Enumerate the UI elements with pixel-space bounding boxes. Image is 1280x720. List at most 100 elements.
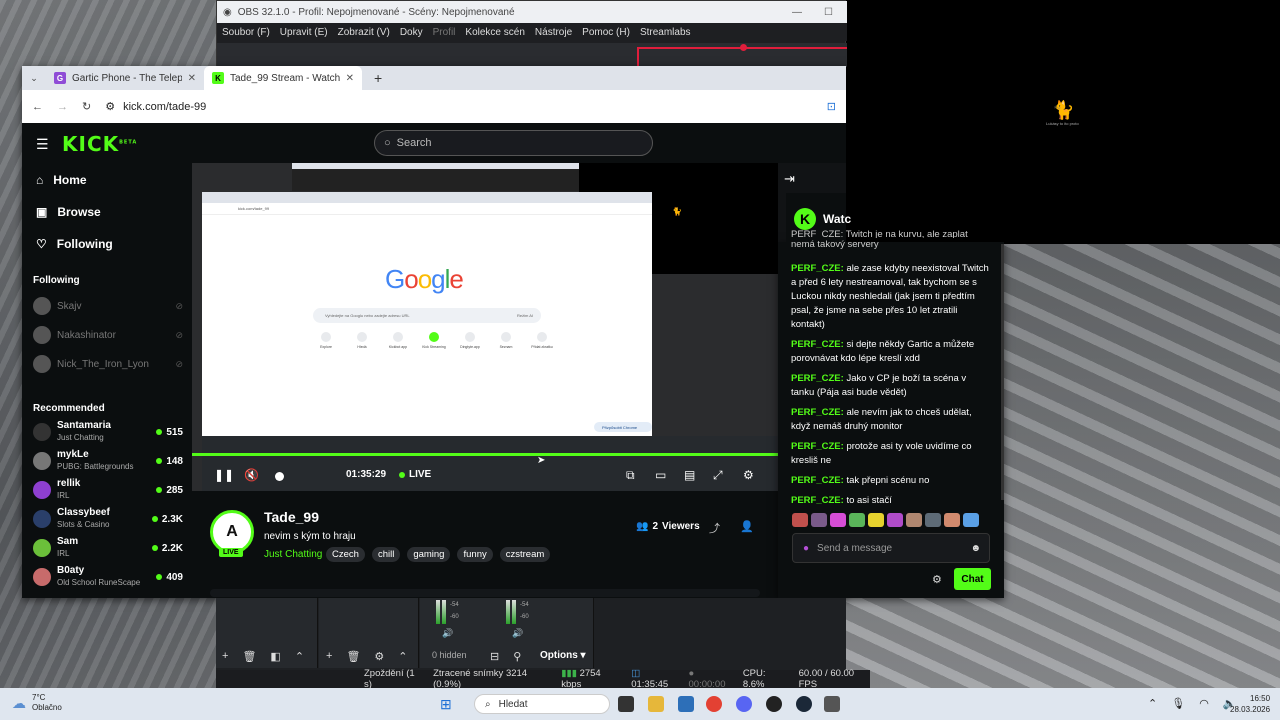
recommended-item[interactable]: Sam IRL 2.2K (33, 536, 183, 560)
emote-icon[interactable] (906, 513, 922, 527)
layout-icon[interactable]: ⊟ (490, 650, 499, 663)
mic-icon[interactable]: 🎙 (1171, 697, 1185, 710)
chat-settings-icon[interactable]: ⚙ (932, 573, 942, 586)
nav-home[interactable]: ⌂ Home (36, 173, 87, 187)
add-icon[interactable]: + (326, 650, 332, 662)
obs-menu-tools[interactable]: Nástroje (535, 27, 572, 38)
recommended-item[interactable]: B0aty Old School RuneScape 409 (33, 565, 183, 589)
add-icon[interactable]: + (222, 650, 228, 662)
kick-logo[interactable]: KICKBETA (62, 132, 137, 156)
share-icon[interactable]: ⤴ (709, 520, 720, 536)
store-icon[interactable] (678, 696, 694, 712)
emoji-icon[interactable]: ☻ (970, 543, 989, 554)
volume-slider-handle[interactable] (275, 472, 284, 481)
chat-scrollbar[interactable] (1001, 244, 1004, 500)
forward-icon[interactable]: → (57, 101, 68, 113)
reload-icon[interactable]: ↻ (82, 100, 91, 113)
tag[interactable]: gaming (407, 547, 451, 562)
emote-icon[interactable] (849, 513, 865, 527)
filter-icon[interactable]: ◧ (270, 650, 280, 663)
weather-widget[interactable]: ☁ 7°C Oblačno (12, 693, 62, 713)
task-view-icon[interactable] (618, 696, 634, 712)
chat-send-button[interactable]: Chat (954, 568, 991, 590)
wifi-icon[interactable]: ◠ (1199, 697, 1209, 710)
nav-following[interactable]: ♡ Following (36, 237, 113, 251)
lens-icon[interactable]: ⊡ (827, 100, 846, 113)
recommended-item[interactable]: Classybeef Slots & Casino 2.3K (33, 507, 183, 531)
back-icon[interactable]: ← (32, 101, 43, 113)
tab-gartic[interactable]: G Gartic Phone - The Telephone G ✕ (46, 66, 204, 90)
discord-icon[interactable] (736, 696, 752, 712)
tag[interactable]: funny (457, 547, 493, 562)
following-item[interactable]: Nakashinator ⊘ (33, 326, 183, 344)
search-input[interactable]: ○ Search (374, 130, 653, 156)
tag[interactable]: czstream (499, 547, 551, 562)
tag[interactable]: chill (371, 547, 401, 562)
settings-icon[interactable]: ⚙ (743, 468, 754, 482)
obs-menu-streamlabs[interactable]: Streamlabs (640, 27, 691, 38)
emote-icon[interactable] (792, 513, 808, 527)
up-icon[interactable]: ⌃ (295, 650, 304, 663)
tag[interactable]: Czech (326, 547, 365, 562)
emote-icon[interactable] (944, 513, 960, 527)
taskbar-search[interactable]: ⌕ Hledat (474, 694, 610, 714)
obs-menu-edit[interactable]: Upravit (E) (280, 27, 328, 38)
emote-icon[interactable] (925, 513, 941, 527)
pause-icon[interactable]: ❚❚ (214, 468, 234, 482)
collapse-chat-icon[interactable]: ⇥ (784, 171, 795, 187)
menu-icon[interactable]: ☰ (36, 136, 49, 153)
recommended-item[interactable]: Santamaria Just Chatting 515 (33, 420, 183, 444)
obs-icon[interactable] (766, 696, 782, 712)
obs-menu-help[interactable]: Pomoc (H) (582, 27, 630, 38)
obs-menu-docks[interactable]: Doky (400, 27, 423, 38)
nav-browse[interactable]: ▣ Browse (36, 205, 101, 219)
clip-icon[interactable]: ▭ (655, 468, 666, 482)
video-player[interactable]: 🐈 kick.com/tade_99 Google Vyhledejte na … (192, 163, 778, 491)
file-explorer-icon[interactable] (648, 696, 664, 712)
recommended-item[interactable]: mykLe PUBG: Battlegrounds 148 (33, 449, 183, 473)
emote-icon[interactable] (963, 513, 979, 527)
pip-icon[interactable]: ⧉ (626, 468, 635, 483)
tab-list-icon[interactable]: ⌄ (22, 73, 46, 84)
link-icon[interactable]: ⚲ (513, 650, 521, 663)
emote-icon[interactable] (887, 513, 903, 527)
obs-menu-profile[interactable]: Profil (433, 27, 456, 38)
clock[interactable]: 16:50 28.03.2026 (1230, 693, 1270, 715)
trash-icon[interactable]: 🗑 (242, 650, 256, 663)
chat-input[interactable]: ● Send a message ☻ (792, 533, 990, 563)
emote-icon[interactable] (868, 513, 884, 527)
following-item[interactable]: Nick_The_Iron_Lyon ⊘ (33, 355, 183, 373)
recommended-item[interactable]: rellik IRL 285 (33, 478, 183, 502)
steam-icon[interactable] (796, 696, 812, 712)
chevron-up-icon[interactable]: ⌃ (1148, 697, 1157, 710)
volume-icon[interactable]: 🔊 (512, 628, 523, 639)
fullscreen-icon[interactable]: ⤢ (713, 468, 723, 483)
trash-icon[interactable]: 🗑 (346, 650, 360, 663)
app-icon[interactable] (824, 696, 840, 712)
maximize-icon[interactable]: ☐ (824, 7, 833, 18)
obs-selection-handle[interactable] (740, 44, 747, 51)
close-tab-icon[interactable]: ✕ (346, 73, 354, 84)
obs-preview[interactable] (217, 43, 847, 67)
progress-bar[interactable] (192, 453, 778, 456)
obs-menu-scene-collection[interactable]: Kolekce scén (465, 27, 524, 38)
close-tab-icon[interactable]: ✕ (188, 73, 196, 84)
windows-start-icon[interactable]: ⊞ (440, 696, 452, 713)
url-field[interactable]: ⚙ kick.com/tade-99 (105, 100, 206, 114)
channel-name[interactable]: Tade_99 (264, 509, 319, 525)
tab-kick[interactable]: K Tade_99 Stream - Watch Live o ✕ (204, 66, 362, 90)
volume-icon[interactable]: 🔊 (442, 628, 453, 639)
mic-icon[interactable]: ● (803, 543, 809, 554)
theater-icon[interactable]: ▤ (684, 468, 695, 482)
follow-icon[interactable]: 👤 (740, 520, 754, 533)
obs-menu-file[interactable]: Soubor (F) (222, 27, 270, 38)
following-item[interactable]: Skajv ⊘ (33, 297, 183, 315)
up-icon[interactable]: ⌃ (398, 650, 407, 663)
new-tab-icon[interactable]: + (362, 70, 382, 86)
chrome-icon[interactable] (706, 696, 722, 712)
site-info-icon[interactable]: ⚙ (105, 100, 115, 113)
emote-icon[interactable] (811, 513, 827, 527)
options-button[interactable]: Options ▾ (540, 650, 586, 661)
minimize-icon[interactable]: — (792, 7, 802, 18)
emote-icon[interactable] (830, 513, 846, 527)
